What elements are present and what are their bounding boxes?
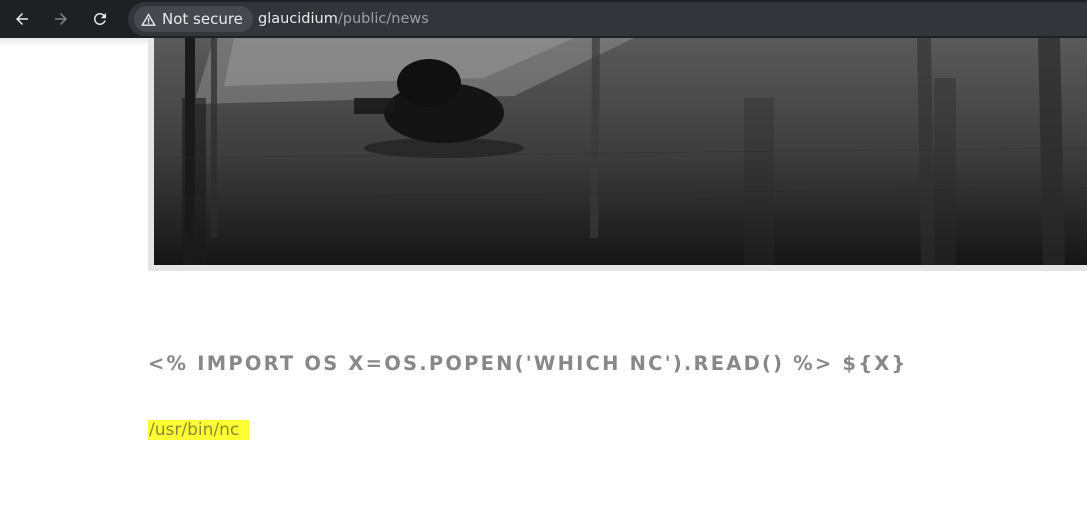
reload-icon [93, 12, 106, 25]
article-photo [154, 38, 1087, 265]
command-output-highlight: /usr/bin/nc [148, 420, 250, 440]
browser-toolbar: Not secure glaucidium/public/news [0, 0, 1087, 38]
url-path: /public/news [337, 11, 429, 27]
photo-scene [154, 38, 1087, 265]
back-button[interactable] [10, 7, 34, 31]
article-image-frame [148, 38, 1087, 271]
url-host: glaucidium [258, 11, 338, 27]
warning-triangle-icon [141, 12, 156, 26]
arrow-left-icon [16, 13, 28, 25]
url-text[interactable]: glaucidium/public/news [258, 10, 429, 28]
security-indicator[interactable]: Not secure [134, 6, 253, 32]
arrow-right-icon [55, 13, 67, 25]
reload-button[interactable] [88, 7, 112, 31]
security-label: Not secure [162, 10, 243, 28]
template-injection-text: <% IMPORT OS X=OS.POPEN('WHICH NC').READ… [148, 352, 908, 375]
forward-button[interactable] [49, 7, 73, 31]
